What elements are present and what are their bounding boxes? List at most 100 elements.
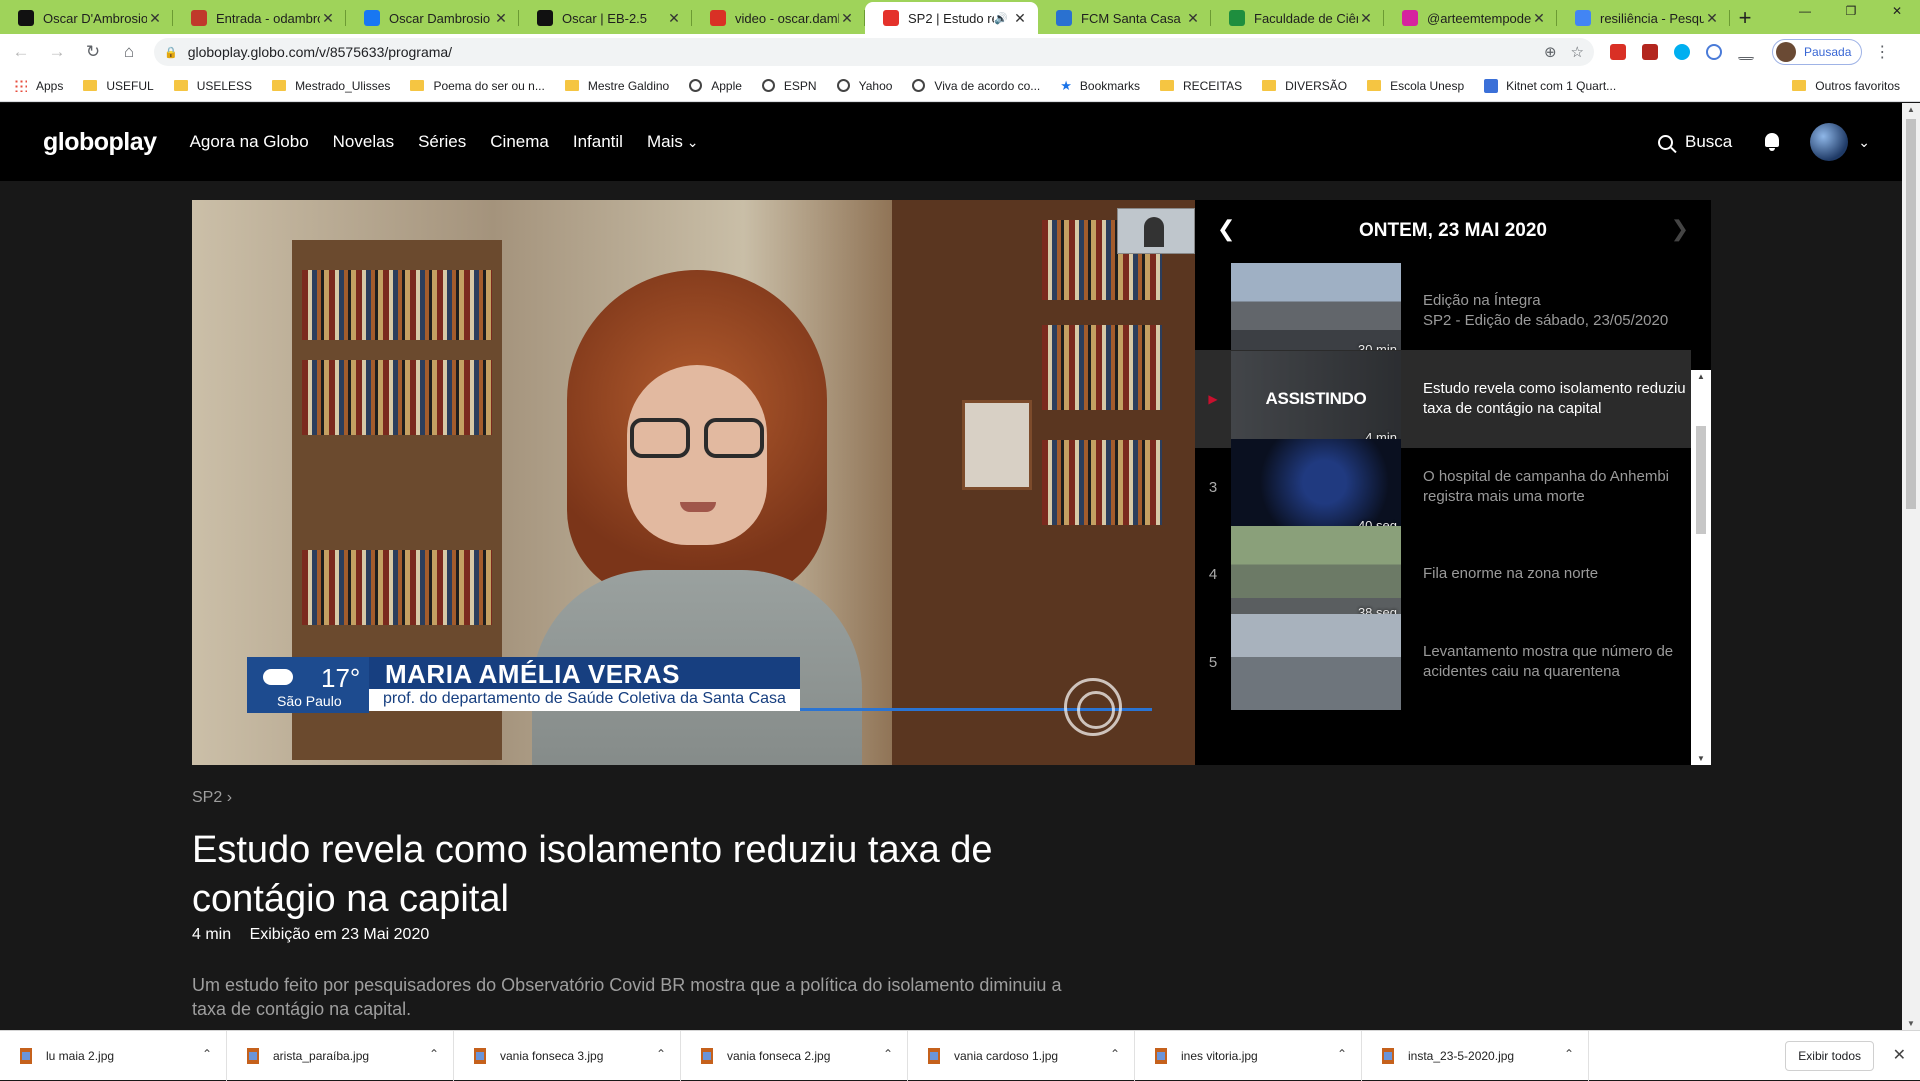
tab-close-icon[interactable]: ✕: [1012, 10, 1028, 27]
tab-close-icon[interactable]: ✕: [1185, 10, 1201, 27]
home-icon[interactable]: ⌂: [114, 37, 144, 67]
episode-thumbnail[interactable]: ASSISTINDO 4 min: [1231, 351, 1401, 447]
download-item[interactable]: vania fonseca 3.jpg ⌃: [454, 1030, 681, 1081]
scrollbar-thumb[interactable]: [1906, 119, 1916, 509]
page-scrollbar[interactable]: ▲ ▼: [1902, 103, 1920, 1030]
close-icon[interactable]: ✕: [1893, 1045, 1906, 1065]
episode-item[interactable]: 3 40 seg O hospital de campanha do Anhembi…: [1195, 438, 1691, 536]
bookmark-item[interactable]: Yahoo: [836, 79, 892, 93]
bookmark-item[interactable]: Kitnet com 1 Quart...: [1484, 78, 1616, 93]
browser-tab[interactable]: Oscar D'Ambrosio | ✕: [0, 2, 173, 34]
episode-thumbnail[interactable]: 38 seg: [1231, 526, 1401, 622]
chevron-up-icon[interactable]: ⌃: [883, 1047, 893, 1061]
bookmark-item[interactable]: Viva de acordo co...: [912, 79, 1040, 93]
download-item[interactable]: vania cardoso 1.jpg ⌃: [908, 1030, 1135, 1081]
bookmark-item[interactable]: Poema do ser ou n...: [410, 79, 545, 93]
nav-infantil[interactable]: Infantil: [573, 132, 623, 152]
nav-cinema[interactable]: Cinema: [490, 132, 549, 152]
browser-tab[interactable]: SP2 | Estudo rev🔊 ✕: [865, 2, 1038, 34]
panel-scrollbar[interactable]: ▲ ▼: [1691, 370, 1711, 765]
browser-tab[interactable]: @arteemtempodec ✕: [1384, 2, 1557, 34]
media-queue-icon[interactable]: [1738, 44, 1754, 60]
browser-tab[interactable]: FCM Santa Casa SP✕: [1038, 2, 1211, 34]
other-bookmarks[interactable]: Outros favoritos: [1792, 79, 1900, 93]
bookmark-item[interactable]: Apps: [14, 79, 63, 93]
nav-novelas[interactable]: Novelas: [333, 132, 394, 152]
nav-series[interactable]: Séries: [418, 132, 466, 152]
download-item[interactable]: lu maia 2.jpg ⌃: [0, 1030, 227, 1081]
download-item[interactable]: vania fonseca 2.jpg ⌃: [681, 1030, 908, 1081]
browser-tab[interactable]: Oscar | EB-2.5 ✕: [519, 2, 692, 34]
address-bar[interactable]: 🔒 globoplay.globo.com/v/8575633/programa…: [154, 38, 1594, 66]
episode-item[interactable]: ▶ ASSISTINDO 4 min Estudo revela como isola…: [1195, 350, 1691, 448]
tab-close-icon[interactable]: ✕: [147, 10, 163, 27]
reload-icon[interactable]: ↻: [78, 37, 108, 67]
nav-agora-na-globo[interactable]: Agora na Globo: [190, 132, 309, 152]
chevron-up-icon[interactable]: ⌃: [1564, 1047, 1574, 1061]
forward-icon[interactable]: →: [42, 37, 72, 67]
bookmark-item[interactable]: RECEITAS: [1159, 79, 1242, 93]
bookmark-item[interactable]: USEFUL: [83, 79, 154, 93]
episode-thumbnail[interactable]: 40 seg: [1231, 439, 1401, 535]
back-icon[interactable]: ←: [6, 37, 36, 67]
bell-icon[interactable]: [1764, 133, 1780, 151]
tab-close-icon[interactable]: ✕: [1358, 10, 1374, 27]
extension-icon[interactable]: [1706, 44, 1722, 60]
bookmark-item[interactable]: Mestre Galdino: [564, 79, 669, 93]
scroll-down-icon[interactable]: ▼: [1691, 754, 1711, 763]
tab-close-icon[interactable]: ✕: [320, 10, 336, 27]
tab-close-icon[interactable]: ✕: [493, 10, 509, 27]
episode-item[interactable]: 5 Levantamento mostra que número de acide…: [1195, 613, 1691, 711]
chevron-up-icon[interactable]: ⌃: [429, 1047, 439, 1061]
profile-button[interactable]: Pausada: [1772, 39, 1863, 65]
panel-scrollbar-thumb[interactable]: [1696, 426, 1706, 534]
video-player[interactable]: 17° São Paulo MARIA AMÉLIA VERAS prof. d…: [192, 200, 1195, 765]
tab-close-icon[interactable]: ✕: [1531, 10, 1547, 27]
episode-thumbnail[interactable]: [1231, 614, 1401, 710]
scroll-up-icon[interactable]: ▲: [1691, 372, 1711, 381]
minimize-icon[interactable]: —: [1782, 0, 1828, 22]
restore-icon[interactable]: ❐: [1828, 0, 1874, 22]
program-breadcrumb[interactable]: SP2: [192, 789, 232, 807]
bookmark-item[interactable]: ★ Bookmarks: [1060, 78, 1140, 94]
search-button[interactable]: Busca: [1658, 132, 1732, 152]
episode-thumbnail[interactable]: 30 min: [1231, 263, 1401, 359]
browser-tab[interactable]: video - oscar.dambr ✕: [692, 2, 865, 34]
chevron-down-icon[interactable]: ⌄: [1858, 134, 1870, 151]
tab-close-icon[interactable]: ✕: [1704, 10, 1720, 27]
bookmark-item[interactable]: Mestrado_Ulisses: [272, 79, 390, 93]
chevron-up-icon[interactable]: ⌃: [1110, 1047, 1120, 1061]
chevron-up-icon[interactable]: ⌃: [1337, 1047, 1347, 1061]
bookmark-item[interactable]: DIVERSÃO: [1262, 79, 1347, 93]
download-item[interactable]: arista_paraíba.jpg ⌃: [227, 1030, 454, 1081]
nav-mais[interactable]: Mais: [647, 132, 699, 152]
lock-icon[interactable]: 🔒: [164, 46, 178, 59]
download-item[interactable]: insta_23-5-2020.jpg ⌃: [1362, 1030, 1589, 1081]
chevron-right-icon[interactable]: ❯: [1671, 216, 1689, 242]
tab-close-icon[interactable]: ✕: [666, 10, 682, 27]
bookmark-item[interactable]: ESPN: [761, 79, 817, 93]
close-window-icon[interactable]: ✕: [1874, 0, 1920, 22]
user-avatar[interactable]: [1810, 123, 1849, 161]
extension-icon[interactable]: [1610, 44, 1626, 60]
episode-item[interactable]: 30 min Edição na Íntegra SP2 - Edição de s…: [1195, 262, 1691, 360]
bookmark-item[interactable]: Escola Unesp: [1367, 79, 1464, 93]
tab-close-icon[interactable]: ✕: [839, 10, 855, 27]
browser-tab[interactable]: Oscar Dambrosio ✕: [346, 2, 519, 34]
browser-menu-icon[interactable]: ⋮: [1874, 42, 1890, 62]
episode-item[interactable]: 4 38 seg Fila enorme na zona norte: [1195, 525, 1691, 623]
chevron-up-icon[interactable]: ⌃: [656, 1047, 666, 1061]
url-text[interactable]: globoplay.globo.com/v/8575633/programa/: [188, 44, 1530, 60]
skype-icon[interactable]: [1674, 44, 1690, 60]
new-tab-button[interactable]: +: [1730, 2, 1760, 34]
acrobat-icon[interactable]: [1642, 44, 1658, 60]
scroll-down-icon[interactable]: ▼: [1902, 1019, 1920, 1028]
scroll-up-icon[interactable]: ▲: [1902, 105, 1920, 114]
bookmark-item[interactable]: Apple: [689, 79, 742, 93]
add-icon[interactable]: ⊕: [1544, 43, 1557, 61]
download-item[interactable]: ines vitoria.jpg ⌃: [1135, 1030, 1362, 1081]
bookmark-star-icon[interactable]: ☆: [1571, 43, 1584, 61]
speaker-icon[interactable]: 🔊: [994, 12, 1008, 25]
show-all-downloads-button[interactable]: Exibir todos: [1785, 1041, 1874, 1071]
browser-tab[interactable]: Faculdade de Ciênc✕: [1211, 2, 1384, 34]
